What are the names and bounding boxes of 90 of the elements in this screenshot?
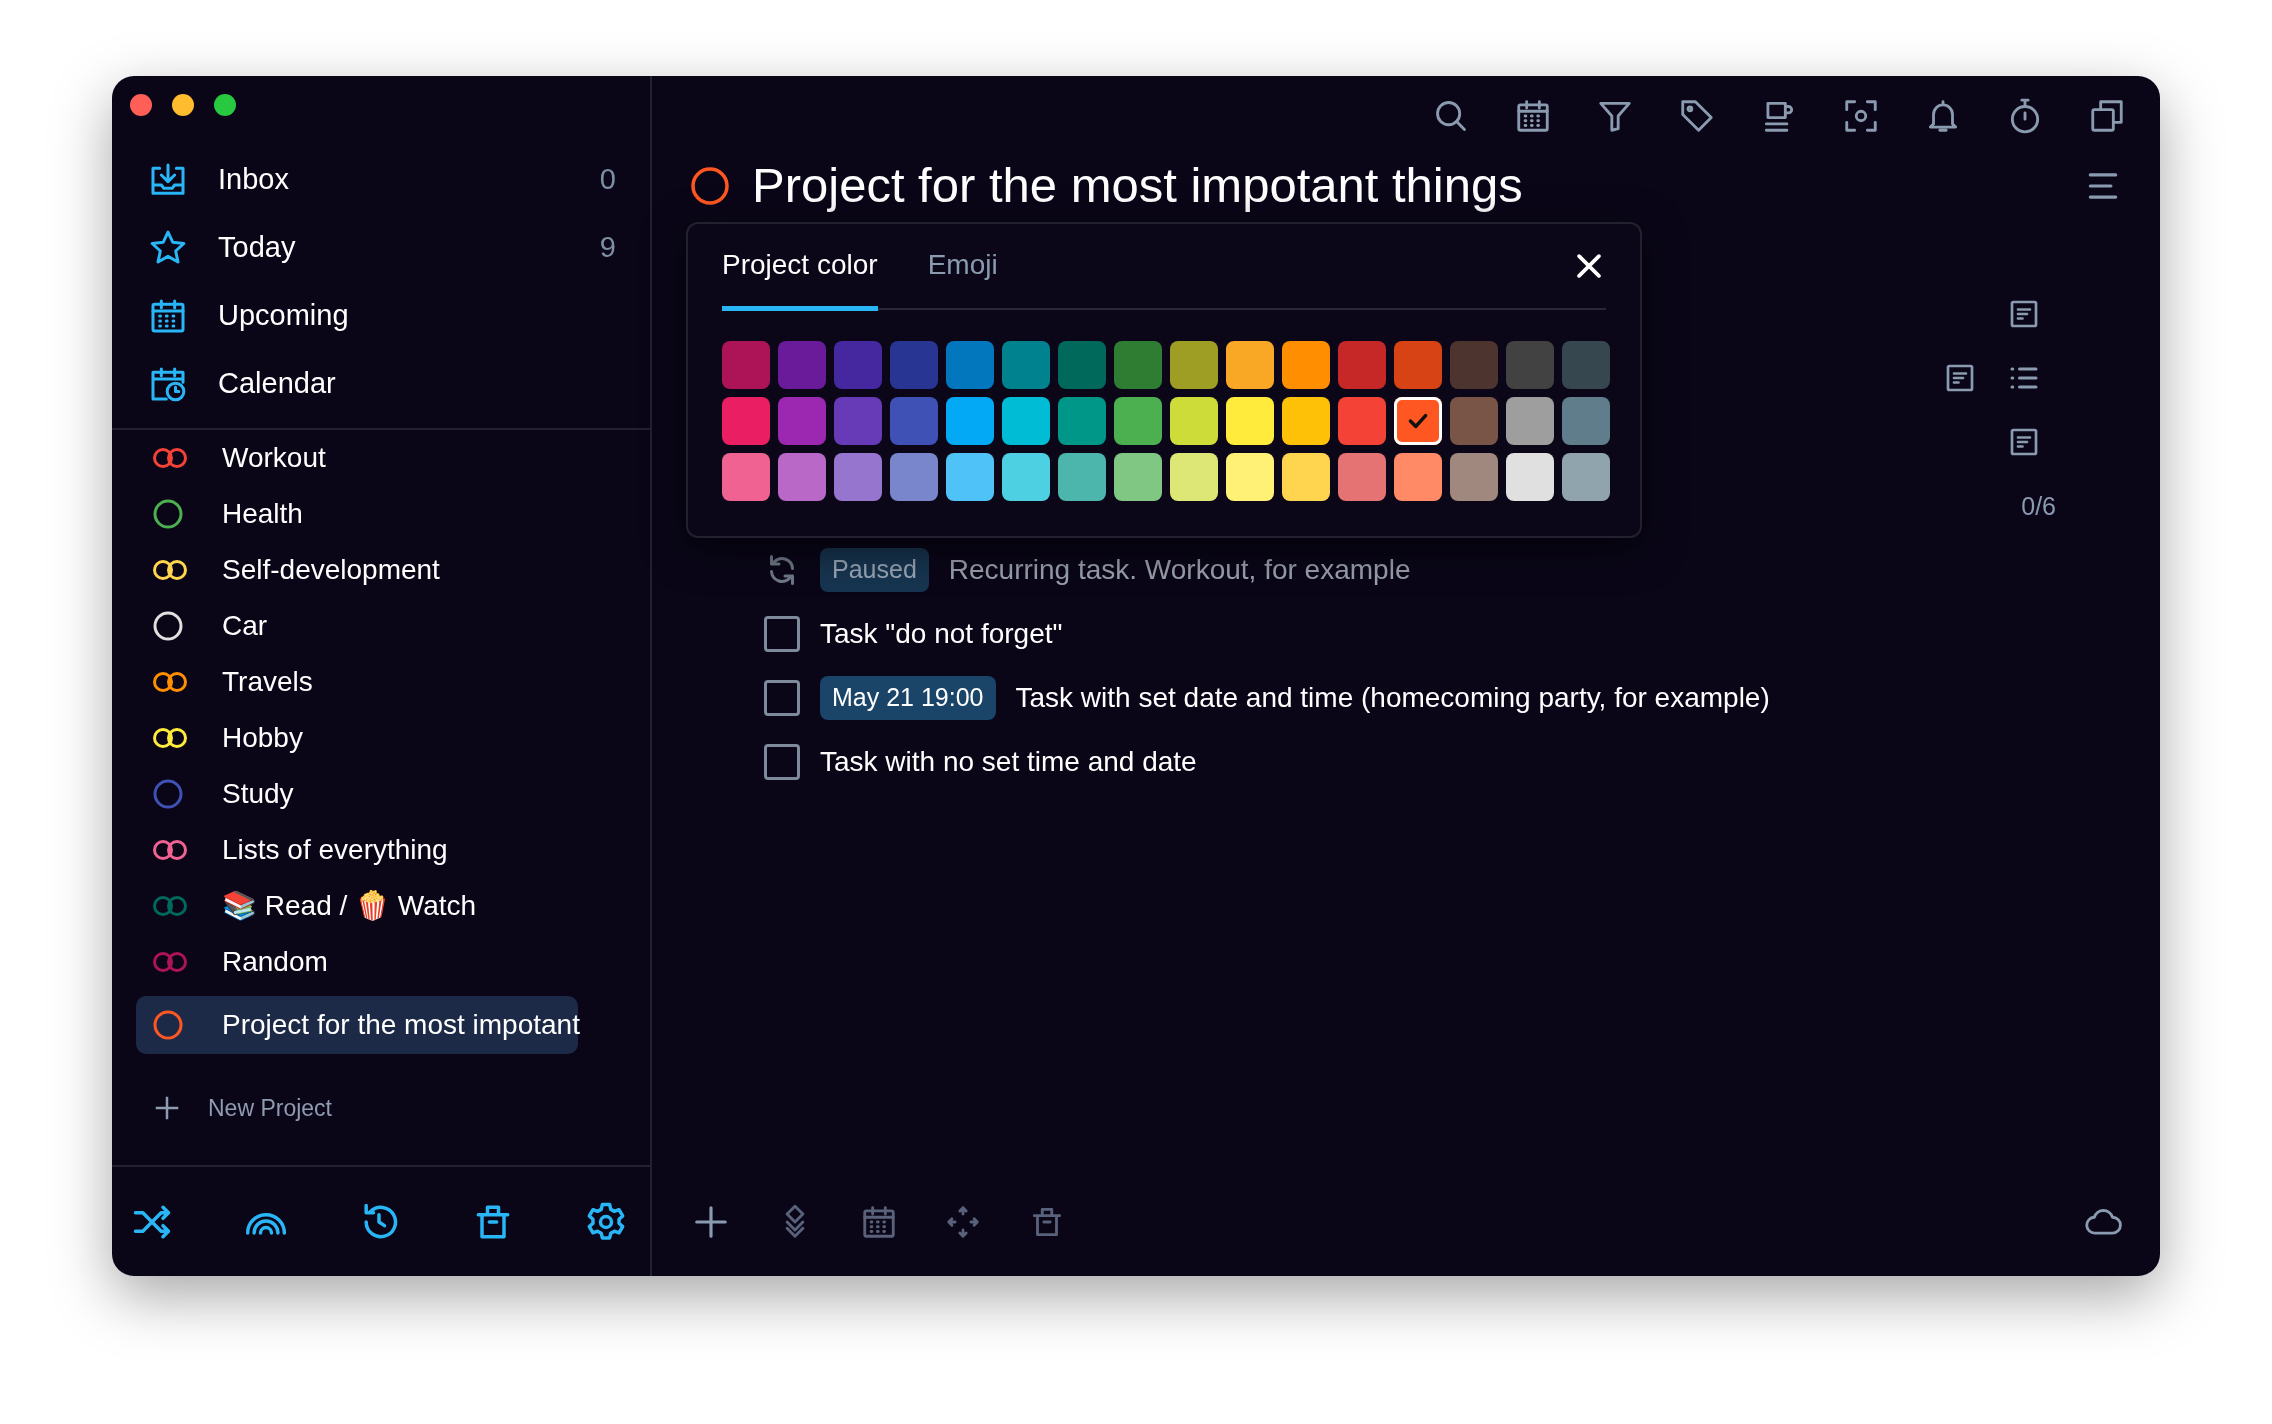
- project-item[interactable]: Random: [136, 934, 578, 990]
- color-swatch[interactable]: [946, 341, 994, 389]
- color-swatch[interactable]: [1002, 397, 1050, 445]
- color-swatch[interactable]: [1002, 453, 1050, 501]
- color-swatch[interactable]: [722, 397, 770, 445]
- color-swatch[interactable]: [1114, 397, 1162, 445]
- color-swatch[interactable]: [946, 453, 994, 501]
- calendar-icon[interactable]: [860, 1203, 898, 1241]
- color-swatch[interactable]: [1450, 397, 1498, 445]
- sidebar-item[interactable]: Today 9: [112, 214, 650, 282]
- minimize-window-button[interactable]: [172, 94, 194, 116]
- color-swatch[interactable]: [834, 453, 882, 501]
- color-swatch[interactable]: [890, 397, 938, 445]
- color-swatch[interactable]: [1450, 341, 1498, 389]
- item-count: 9: [599, 230, 616, 266]
- color-swatch[interactable]: [834, 397, 882, 445]
- color-swatch[interactable]: [1114, 453, 1162, 501]
- sidebar-item[interactable]: Calendar: [112, 350, 650, 418]
- task-text: Task with no set time and date: [820, 745, 1197, 779]
- date-badge: May 21 19:00: [820, 676, 996, 720]
- color-swatch[interactable]: [1170, 397, 1218, 445]
- project-circle-icon[interactable]: [690, 166, 730, 206]
- color-swatch[interactable]: [1058, 341, 1106, 389]
- color-swatch[interactable]: [1562, 341, 1610, 389]
- color-swatch[interactable]: [1338, 397, 1386, 445]
- color-swatch[interactable]: [1226, 397, 1274, 445]
- color-swatch[interactable]: [1450, 453, 1498, 501]
- move-icon[interactable]: [944, 1203, 982, 1241]
- color-swatch[interactable]: [778, 453, 826, 501]
- color-swatch[interactable]: [1562, 397, 1610, 445]
- color-swatch[interactable]: [890, 453, 938, 501]
- color-swatch[interactable]: [890, 341, 938, 389]
- task-text: Recurring task. Workout, for example: [948, 553, 1411, 587]
- project-item[interactable]: Project for the most impotant: [136, 996, 578, 1054]
- project-item[interactable]: Self-development: [136, 542, 578, 598]
- copy-icon[interactable]: [2088, 97, 2126, 135]
- color-swatch[interactable]: [1058, 453, 1106, 501]
- focus-icon[interactable]: [1842, 97, 1880, 135]
- task-checkbox[interactable]: [764, 744, 800, 780]
- project-item[interactable]: Health: [136, 486, 578, 542]
- popup-tab[interactable]: Project color: [722, 224, 878, 311]
- item-count: 0: [599, 162, 616, 198]
- task-text: Task with set date and time (homecoming party, for example): [1015, 681, 1770, 715]
- color-swatch[interactable]: [834, 341, 882, 389]
- color-swatch[interactable]: [1338, 453, 1386, 501]
- color-swatch[interactable]: [1170, 453, 1218, 501]
- color-swatch[interactable]: [1282, 453, 1330, 501]
- project-item[interactable]: 📚 Read / 🍿 Watch: [136, 878, 578, 934]
- project-title: Project for the most impotant things: [752, 157, 1523, 215]
- status-badge: Paused: [820, 548, 929, 592]
- color-swatch[interactable]: [722, 453, 770, 501]
- color-swatch[interactable]: [1282, 341, 1330, 389]
- color-swatch[interactable]: [946, 397, 994, 445]
- color-swatch[interactable]: [1394, 453, 1442, 501]
- zoom-window-button[interactable]: [214, 94, 236, 116]
- color-swatch[interactable]: [1226, 453, 1274, 501]
- color-swatch[interactable]: [722, 341, 770, 389]
- plus-icon[interactable]: [692, 1203, 730, 1241]
- color-swatch[interactable]: [1282, 397, 1330, 445]
- close-window-button[interactable]: [130, 94, 152, 116]
- popup-tab[interactable]: Emoji: [927, 224, 998, 311]
- color-swatch[interactable]: [1114, 341, 1162, 389]
- sidebar-item[interactable]: Upcoming: [112, 282, 650, 350]
- color-swatch[interactable]: [1338, 341, 1386, 389]
- project-item[interactable]: Study: [136, 766, 578, 822]
- color-swatch[interactable]: [1562, 453, 1610, 501]
- project-item[interactable]: Workout: [136, 430, 578, 486]
- task-text: Task "do not forget": [820, 617, 1063, 651]
- project-item[interactable]: Car: [136, 598, 578, 654]
- tag-icon[interactable]: [1678, 97, 1716, 135]
- color-swatch[interactable]: [1058, 397, 1106, 445]
- color-swatch[interactable]: [1506, 341, 1554, 389]
- task-checkbox[interactable]: [764, 616, 800, 652]
- color-swatch[interactable]: [1394, 397, 1442, 445]
- color-swatch[interactable]: [1506, 397, 1554, 445]
- progress-count: 0/6: [2021, 491, 2056, 522]
- color-swatch[interactable]: [1002, 341, 1050, 389]
- project-item[interactable]: Hobby: [136, 710, 578, 766]
- color-swatch[interactable]: [778, 341, 826, 389]
- color-swatch[interactable]: [1506, 453, 1554, 501]
- color-swatch[interactable]: [1226, 341, 1274, 389]
- color-swatch[interactable]: [778, 397, 826, 445]
- color-swatch[interactable]: [1170, 341, 1218, 389]
- color-swatch[interactable]: [1394, 341, 1442, 389]
- project-item[interactable]: Lists of everything: [136, 822, 578, 878]
- project-item[interactable]: Travels: [136, 654, 578, 710]
- calendar-icon[interactable]: [1514, 97, 1552, 135]
- task-checkbox[interactable]: [764, 680, 800, 716]
- sidebar-item[interactable]: Inbox 0: [112, 146, 650, 214]
- new-project-button[interactable]: New Project: [136, 1080, 650, 1136]
